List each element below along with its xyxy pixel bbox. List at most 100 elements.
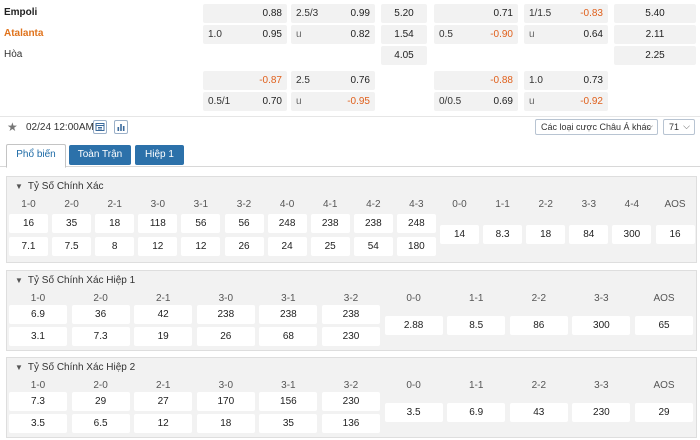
score-odds-cell[interactable]: 6.9 xyxy=(447,403,506,422)
score-odds-cell[interactable]: 300 xyxy=(612,225,652,244)
h1-home-win-odds[interactable]: 5.40 xyxy=(614,4,696,23)
bet-type-select[interactable]: Các loại cược Châu Á khác ⌵ xyxy=(535,119,658,135)
market-title[interactable]: ▼ Tỷ Số Chính Xác xyxy=(15,181,104,192)
alt-over-odds[interactable]: 2.5 0.76 xyxy=(291,71,375,90)
score-odds-cell[interactable]: 29 xyxy=(635,403,693,422)
score-odds-cell[interactable]: 86 xyxy=(509,316,568,335)
score-odds-cell[interactable]: 180 xyxy=(396,237,436,256)
score-odds-cell[interactable]: 65 xyxy=(635,316,693,335)
score-odds-cell[interactable]: 35 xyxy=(259,414,318,433)
score-odds-cell[interactable]: 230 xyxy=(322,327,380,346)
score-odds-cell[interactable]: 7.5 xyxy=(52,237,92,256)
handicap-home-odds[interactable]: 0.88 xyxy=(203,4,287,23)
star-icon[interactable]: ★ xyxy=(7,120,18,134)
market-count-select[interactable]: 71 ⌵ xyxy=(663,119,695,135)
draw-odds[interactable]: 4.05 xyxy=(381,46,427,65)
match-toolbar: ★ 02/24 12:00AM Các loại cược Châu Á khá… xyxy=(0,116,700,138)
bar-chart-icon[interactable] xyxy=(114,120,128,134)
score-header: 2-1 xyxy=(107,199,122,210)
score-odds-cell[interactable]: 248 xyxy=(267,214,307,233)
score-odds-cell[interactable]: 300 xyxy=(572,316,631,335)
score-odds-cell[interactable]: 14 xyxy=(440,225,479,244)
score-odds-cell[interactable]: 25 xyxy=(310,237,350,256)
score-odds-cell[interactable]: 18 xyxy=(95,214,135,233)
score-odds-cell[interactable]: 136 xyxy=(322,414,380,433)
alt-handicap-away-odds[interactable]: 0.5/1 0.70 xyxy=(203,92,287,111)
alt-handicap-home-odds[interactable]: -0.87 xyxy=(203,71,287,90)
score-odds-cell[interactable]: 238 xyxy=(310,214,350,233)
tab-full-match[interactable]: Toàn Trận xyxy=(69,145,131,165)
score-odds-cell[interactable]: 18 xyxy=(526,225,566,244)
h1-away-win-odds[interactable]: 2.11 xyxy=(614,25,696,44)
score-odds-cell[interactable]: 36 xyxy=(71,305,130,324)
alt-h1-under-odds[interactable]: u -0.92 xyxy=(524,92,608,111)
market-title[interactable]: ▼ Tỷ Số Chính Xác Hiệp 1 xyxy=(15,275,135,286)
tab-first-half[interactable]: Hiệp 1 xyxy=(135,145,184,165)
score-odds-cell[interactable]: 35 xyxy=(52,214,92,233)
score-odds-cell[interactable]: 118 xyxy=(138,214,178,233)
score-odds-cell[interactable]: 238 xyxy=(353,214,393,233)
market-title[interactable]: ▼ Tỷ Số Chính Xác Hiệp 2 xyxy=(15,362,135,373)
score-odds-cell[interactable]: 26 xyxy=(196,327,255,346)
score-odds-cell[interactable]: 16 xyxy=(9,214,48,233)
score-odds-cell[interactable]: 7.3 xyxy=(71,327,130,346)
alt-h1-handicap-home-odds[interactable]: -0.88 xyxy=(434,71,518,90)
h1-under-odds[interactable]: u 0.64 xyxy=(524,25,608,44)
score-odds-cell[interactable]: 6.9 xyxy=(9,305,67,324)
score-odds-cell[interactable]: 170 xyxy=(196,392,255,411)
score-odds-cell[interactable]: 3.5 xyxy=(9,414,67,433)
score-odds-cell[interactable]: 27 xyxy=(134,392,193,411)
alt-h1-over-odds[interactable]: 1.0 0.73 xyxy=(524,71,608,90)
alt-under-odds[interactable]: u -0.95 xyxy=(291,92,375,111)
score-odds-cell[interactable]: 26 xyxy=(224,237,264,256)
score-header: 3-1 xyxy=(193,199,209,210)
h1-draw-odds[interactable]: 2.25 xyxy=(614,46,696,65)
score-header: 2-2 xyxy=(531,380,547,391)
score-header: 3-0 xyxy=(150,199,166,210)
tab-popular[interactable]: Phổ biến xyxy=(6,144,66,168)
score-header: 4-3 xyxy=(409,199,424,210)
score-odds-cell[interactable]: 12 xyxy=(181,237,221,256)
score-odds-cell[interactable]: 43 xyxy=(509,403,568,422)
under-odds[interactable]: u 0.82 xyxy=(291,25,375,44)
score-odds-cell[interactable]: 238 xyxy=(322,305,380,324)
score-odds-cell[interactable]: 3.1 xyxy=(9,327,67,346)
score-odds-cell[interactable]: 56 xyxy=(181,214,221,233)
score-odds-cell[interactable]: 2.88 xyxy=(384,316,443,335)
score-odds-cell[interactable]: 29 xyxy=(71,392,130,411)
score-odds-cell[interactable]: 238 xyxy=(196,305,255,324)
score-odds-cell[interactable]: 16 xyxy=(655,225,695,244)
score-header: 3-1 xyxy=(281,380,296,391)
score-odds-cell[interactable]: 42 xyxy=(134,305,193,324)
score-odds-cell[interactable]: 230 xyxy=(572,403,631,422)
score-odds-cell[interactable]: 56 xyxy=(224,214,264,233)
score-odds-cell[interactable]: 18 xyxy=(196,414,255,433)
score-odds-cell[interactable]: 8.3 xyxy=(483,225,523,244)
h1-over-odds[interactable]: 1/1.5 -0.83 xyxy=(524,4,608,23)
score-odds-cell[interactable]: 6.5 xyxy=(71,414,130,433)
score-odds-cell[interactable]: 248 xyxy=(396,214,436,233)
h1-handicap-away-odds[interactable]: 0.5 -0.90 xyxy=(434,25,518,44)
over-odds[interactable]: 2.5/3 0.99 xyxy=(291,4,375,23)
score-odds-cell[interactable]: 230 xyxy=(322,392,380,411)
score-odds-cell[interactable]: 12 xyxy=(138,237,178,256)
h1-handicap-home-odds[interactable]: 0.71 xyxy=(434,4,518,23)
score-odds-cell[interactable]: 8.5 xyxy=(447,316,506,335)
score-odds-cell[interactable]: 19 xyxy=(134,327,193,346)
alt-h1-handicap-away-odds[interactable]: 0/0.5 0.69 xyxy=(434,92,518,111)
score-odds-cell[interactable]: 54 xyxy=(353,237,393,256)
score-odds-cell[interactable]: 68 xyxy=(259,327,318,346)
score-odds-cell[interactable]: 84 xyxy=(569,225,609,244)
score-odds-cell[interactable]: 156 xyxy=(259,392,318,411)
score-odds-cell[interactable]: 24 xyxy=(267,237,307,256)
away-win-odds[interactable]: 1.54 xyxy=(381,25,427,44)
score-odds-cell[interactable]: 8 xyxy=(95,237,135,256)
score-odds-cell[interactable]: 3.5 xyxy=(384,403,443,422)
score-odds-cell[interactable]: 7.3 xyxy=(9,392,67,411)
home-win-odds[interactable]: 5.20 xyxy=(381,4,427,23)
score-odds-cell[interactable]: 238 xyxy=(259,305,318,324)
handicap-away-odds[interactable]: 1.0 0.95 xyxy=(203,25,287,44)
score-odds-cell[interactable]: 12 xyxy=(134,414,193,433)
calendar-icon[interactable] xyxy=(93,120,107,134)
score-odds-cell[interactable]: 7.1 xyxy=(9,237,48,256)
